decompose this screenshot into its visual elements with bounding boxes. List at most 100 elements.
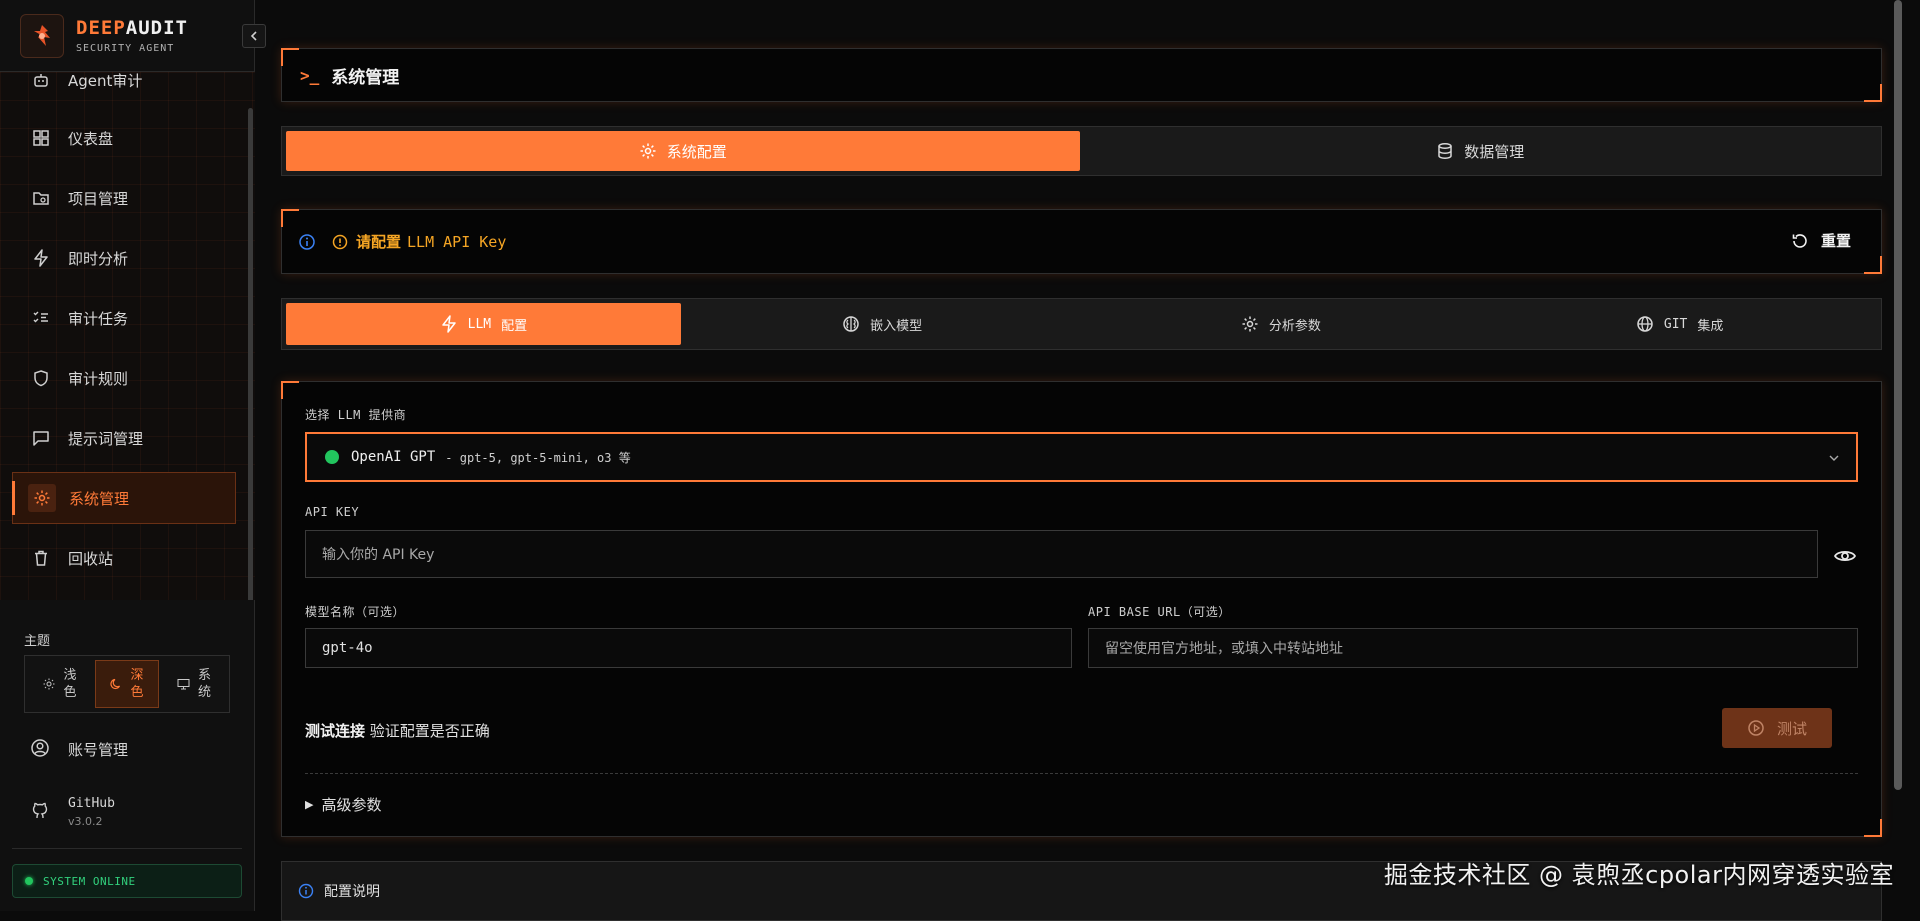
tab-data-management[interactable]: 数据管理 bbox=[1084, 131, 1878, 171]
provider-select[interactable]: OpenAI GPT - gpt-5, gpt-5-mini, o3 等 bbox=[305, 432, 1858, 482]
tab-label: 配置 bbox=[501, 318, 528, 334]
dashboard-icon bbox=[30, 127, 52, 149]
account-management-link[interactable]: 账号管理 bbox=[30, 738, 128, 760]
theme-dark-button[interactable]: 深色 bbox=[95, 660, 159, 708]
api-key-input[interactable]: 输入你的 API Key bbox=[305, 530, 1818, 578]
sidebar-item-system[interactable]: 系统管理 bbox=[12, 472, 236, 524]
reset-button[interactable]: 重置 bbox=[1791, 230, 1851, 251]
zap-icon bbox=[30, 247, 52, 269]
sidebar-nav: Agent审计 仪表盘 项目管理 即时分析 审计任务 审计规则 提示词管理 系统… bbox=[0, 72, 255, 600]
main-tabs: 系统配置 数据管理 bbox=[281, 126, 1882, 176]
tab-llm-config[interactable]: LLM 配置 bbox=[286, 303, 681, 345]
sidebar-item-dashboard[interactable]: 仪表盘 bbox=[12, 112, 236, 164]
alert-circle-icon bbox=[332, 234, 348, 249]
theme-dark-label: 深色 bbox=[130, 668, 144, 700]
brand-logo-icon[interactable] bbox=[20, 13, 64, 58]
brand-title: DEEPAUDIT bbox=[76, 17, 188, 39]
folder-search-icon bbox=[30, 187, 52, 209]
trash-icon bbox=[30, 547, 52, 569]
sidebar-scrollbar[interactable] bbox=[248, 108, 253, 600]
github-icon bbox=[30, 801, 52, 823]
config-help-title: 配置说明 bbox=[324, 884, 380, 900]
chevron-left-icon bbox=[250, 31, 257, 41]
sidebar-item-instant-analysis[interactable]: 即时分析 bbox=[12, 232, 236, 284]
info-icon bbox=[299, 233, 315, 250]
list-check-icon bbox=[30, 307, 52, 329]
gear-icon bbox=[640, 143, 656, 159]
provider-desc: - gpt-5, gpt-5-mini, o3 等 bbox=[445, 450, 631, 465]
test-connection-row: 测试连接 验证配置是否正确 bbox=[305, 720, 490, 741]
provider-name: OpenAI GPT bbox=[351, 449, 436, 465]
tab-label: 分析参数 bbox=[1268, 318, 1321, 334]
theme-switcher: 浅色 深色 系统 bbox=[24, 655, 230, 713]
play-circle-icon bbox=[1748, 720, 1764, 736]
sidebar-item-label: 审计任务 bbox=[68, 309, 129, 328]
tab-embedding-model[interactable]: 嵌入模型 bbox=[685, 303, 1080, 345]
sidebar-item-audit-rules[interactable]: 审计规则 bbox=[12, 352, 236, 404]
page-title: 系统管理 bbox=[331, 67, 400, 88]
sidebar-item-trash[interactable]: 回收站 bbox=[12, 532, 236, 584]
sidebar-item-label: 回收站 bbox=[68, 549, 114, 568]
info-icon bbox=[298, 883, 314, 899]
provider-label: 选择 LLM 提供商 bbox=[305, 408, 407, 422]
tab-git-integration[interactable]: GIT 集成 bbox=[1482, 303, 1877, 345]
brand-subtitle: SECURITY AGENT bbox=[76, 43, 175, 54]
api-key-notice: 请配置 LLM API Key 重置 bbox=[281, 209, 1882, 274]
status-text: SYSTEM ONLINE bbox=[43, 874, 136, 888]
base-url-input[interactable]: 留空使用官方地址，或填入中转站地址 bbox=[1088, 628, 1858, 668]
theme-label: 主题 bbox=[24, 634, 51, 649]
theme-system-label: 系统 bbox=[197, 668, 211, 700]
brand-header: DEEPAUDIT SECURITY AGENT bbox=[0, 0, 255, 72]
tab-label: 嵌入模型 bbox=[870, 318, 923, 334]
sidebar-item-audit-tasks[interactable]: 审计任务 bbox=[12, 292, 236, 344]
database-icon bbox=[1438, 143, 1452, 159]
sidebar-item-projects[interactable]: 项目管理 bbox=[12, 172, 236, 224]
sidebar-item-label: 项目管理 bbox=[68, 189, 129, 208]
user-circle-icon bbox=[30, 738, 52, 760]
account-label: 账号管理 bbox=[68, 740, 129, 759]
gear-icon bbox=[28, 484, 56, 512]
tab-analysis-params[interactable]: 分析参数 bbox=[1084, 303, 1479, 345]
sidebar-item-label: 审计规则 bbox=[68, 369, 129, 388]
tab-label: 数据管理 bbox=[1464, 142, 1525, 161]
model-name-input[interactable]: gpt-4o bbox=[305, 628, 1072, 668]
theme-system-button[interactable]: 系统 bbox=[163, 660, 225, 708]
tab-prefix: LLM bbox=[467, 316, 492, 332]
zap-icon bbox=[441, 315, 456, 333]
warning-message: 请配置 LLM API Key bbox=[332, 231, 506, 252]
brain-icon bbox=[843, 316, 859, 332]
moon-icon bbox=[110, 678, 121, 690]
main-content: >_ 系统管理 系统配置 数据管理 请配置 LLM API Key 重置 LLM… bbox=[256, 0, 1906, 921]
chevron-down-icon bbox=[1829, 455, 1839, 461]
github-label: GitHub bbox=[68, 796, 115, 811]
tab-system-config[interactable]: 系统配置 bbox=[286, 131, 1080, 171]
config-tabs: LLM 配置 嵌入模型 分析参数 GIT 集成 bbox=[281, 298, 1882, 350]
sidebar-item-prompts[interactable]: 提示词管理 bbox=[12, 412, 236, 464]
sidebar-divider bbox=[12, 848, 242, 849]
bot-icon bbox=[30, 72, 52, 91]
theme-light-button[interactable]: 浅色 bbox=[29, 660, 91, 708]
test-connection-title: 测试连接 bbox=[305, 722, 366, 740]
test-button[interactable]: 测试 bbox=[1722, 708, 1832, 748]
sidebar-item-label: 提示词管理 bbox=[68, 429, 144, 448]
base-url-label: API BASE URL（可选） bbox=[1088, 605, 1231, 619]
advanced-params-toggle[interactable]: ▶ 高级参数 bbox=[305, 794, 381, 815]
github-link[interactable]: GitHub v3.0.2 bbox=[30, 796, 115, 828]
collapse-sidebar-button[interactable] bbox=[242, 24, 266, 48]
tab-label: 集成 bbox=[1697, 318, 1724, 334]
form-divider bbox=[305, 773, 1858, 774]
sidebar-item-agent-audit[interactable]: Agent审计 bbox=[12, 72, 236, 106]
system-status-badge: SYSTEM ONLINE bbox=[12, 864, 242, 898]
online-dot-icon bbox=[25, 877, 33, 885]
api-key-label: API KEY bbox=[305, 505, 360, 519]
triangle-right-icon: ▶ bbox=[305, 798, 314, 811]
toggle-visibility-eye-icon[interactable] bbox=[1833, 544, 1857, 568]
llm-config-form: 选择 LLM 提供商 OpenAI GPT - gpt-5, gpt-5-min… bbox=[281, 381, 1882, 837]
page-scrollbar[interactable] bbox=[1894, 0, 1902, 790]
tab-label: 系统配置 bbox=[666, 142, 727, 161]
version-label: v3.0.2 bbox=[68, 815, 103, 828]
sidebar-item-label: Agent审计 bbox=[68, 72, 143, 90]
gear-icon bbox=[1242, 316, 1258, 332]
shield-icon bbox=[30, 367, 52, 389]
message-icon bbox=[30, 427, 52, 449]
